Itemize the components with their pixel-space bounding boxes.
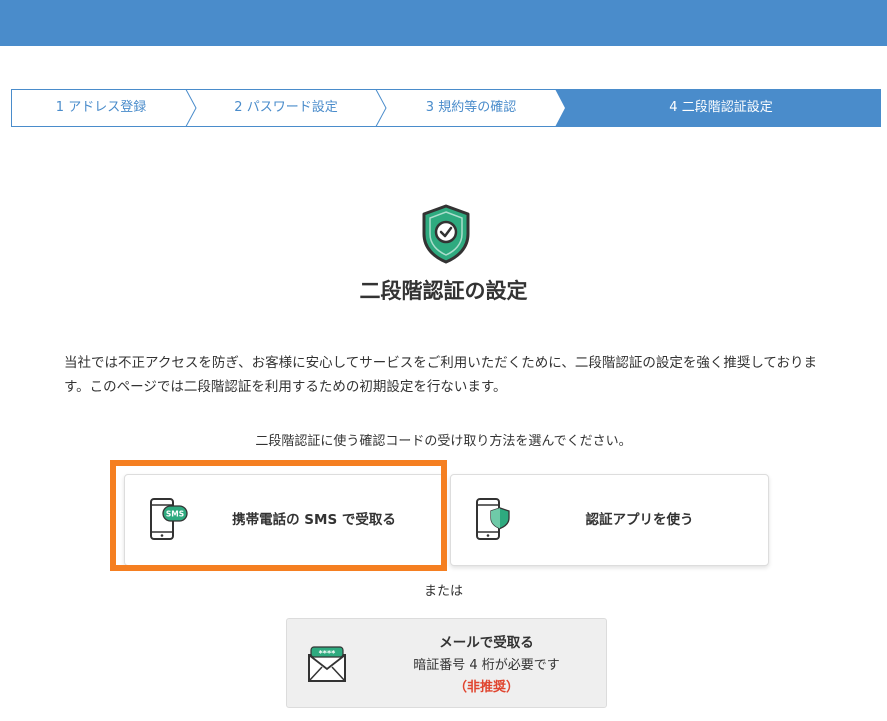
- sms-option-button[interactable]: SMS 携帯電話の SMS で受取る: [124, 474, 444, 566]
- sms-option-label: 携帯電話の SMS で受取る: [232, 512, 396, 528]
- step-2-password-setting: 2 パスワード設定: [234, 100, 338, 115]
- top-header-bar: [0, 0, 887, 46]
- step-4-two-factor-setting: 4 二段階認証設定: [669, 100, 773, 115]
- choose-method-prompt: 二段階認証に使う確認コードの受け取り方法を選んでください。: [255, 434, 632, 449]
- step-3-terms-confirmation: 3 規約等の確認: [425, 100, 517, 115]
- step-progress-bar: 1 アドレス登録 2 パスワード設定 3 規約等の確認 4 二段階認証設定: [11, 89, 881, 127]
- mail-option-subtitle: 暗証番号 4 桁が必要です: [413, 658, 560, 673]
- page-description: 当社では不正アクセスを防ぎ、お客様に安心してサービスをご利用いただくために、二段…: [64, 355, 818, 395]
- shield-check-icon: [422, 204, 470, 264]
- envelope-icon: ****: [308, 646, 346, 682]
- auth-app-option-label: 認証アプリを使う: [585, 512, 694, 528]
- page-title: 二段階認証の設定: [359, 279, 528, 303]
- step-1-address-registration: 1 アドレス登録: [55, 100, 147, 115]
- mail-option-button[interactable]: **** メールで受取る 暗証番号 4 桁が必要です （非推奨）: [286, 618, 607, 708]
- sms-icon-text: SMS: [166, 510, 184, 519]
- phone-sms-icon: SMS: [150, 498, 188, 540]
- phone-shield-icon: [476, 498, 510, 540]
- mail-option-title: メールで受取る: [439, 635, 534, 651]
- mail-option-not-recommended: （非推奨）: [453, 680, 519, 695]
- mail-icon-text: ****: [319, 649, 337, 658]
- or-separator: または: [423, 584, 463, 599]
- auth-app-option-button[interactable]: 認証アプリを使う: [450, 474, 769, 566]
